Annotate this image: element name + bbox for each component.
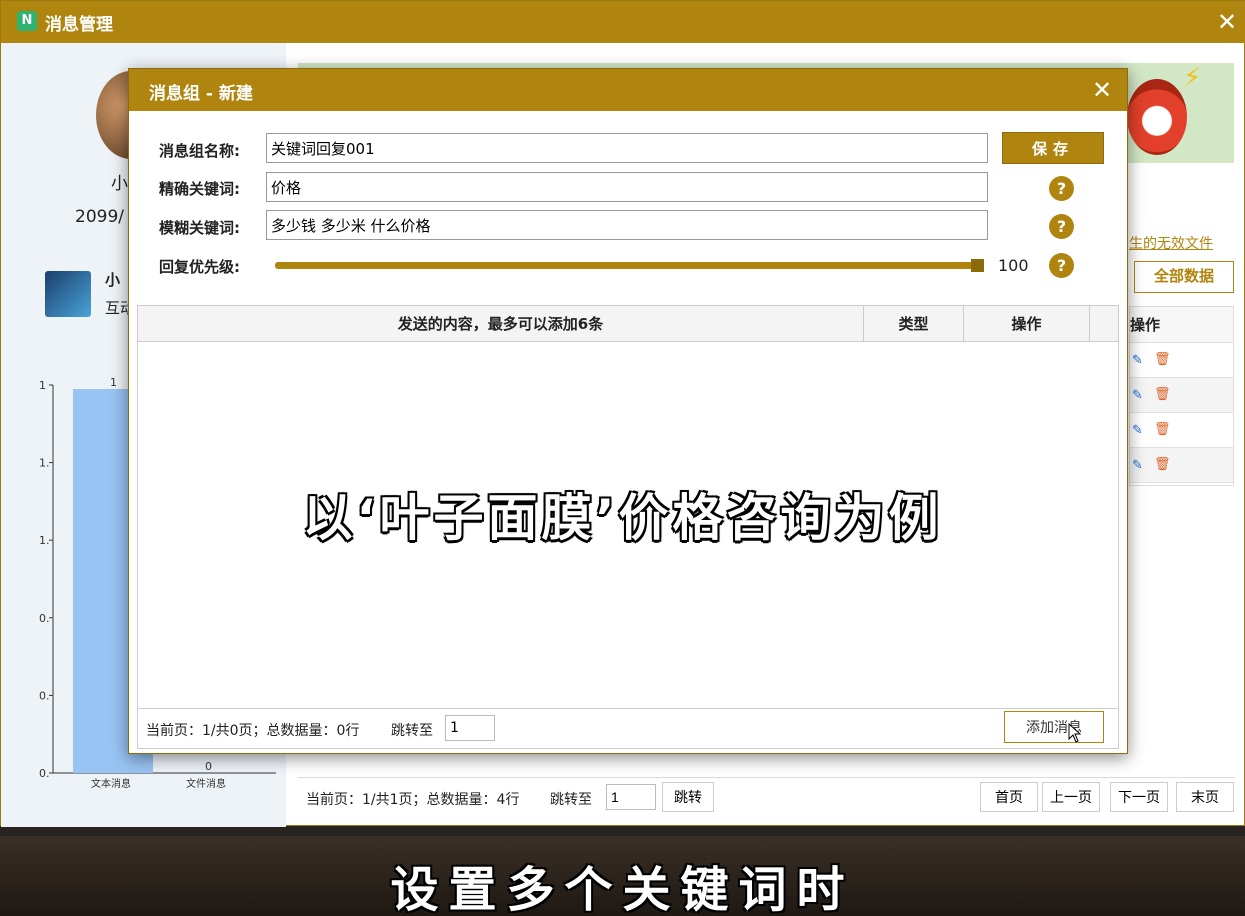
jump-page-input[interactable] (606, 784, 656, 810)
x-tick-label: 文本消息 (91, 777, 131, 790)
new-message-group-dialog: 消息组 - 新建 ✕ 消息组名称: 保存 精确关键词: ? 模糊关键词: ? 回… (128, 68, 1128, 754)
window-title: 消息管理 (45, 15, 113, 35)
edit-icon[interactable]: ✎ (1132, 353, 1143, 368)
friend-name: 小 (105, 271, 121, 289)
edit-icon[interactable]: ✎ (1132, 388, 1143, 403)
exact-keyword-label: 精确关键词: (159, 180, 240, 198)
fuzzy-keyword-label: 模糊关键词: (159, 219, 240, 237)
next-page-button[interactable]: 下一页 (1110, 782, 1168, 812)
edit-icon[interactable]: ✎ (1132, 458, 1143, 473)
pagination-info: 当前页：1/共0页；总数据量：0行 (146, 723, 360, 739)
friend-avatar[interactable] (45, 271, 91, 317)
video-subtitle: 设置多个关键词时 (390, 862, 855, 916)
bar-data-label: 1 (110, 376, 117, 389)
priority-value: 100 (998, 256, 1029, 275)
y-tick-label: 0. (39, 767, 50, 780)
outer-pagination: 当前页：1/共1页；总数据量：4行 跳转至 跳转 首页 上一页 下一页 末页 (298, 777, 1234, 817)
app-logo-icon: N (17, 11, 37, 31)
table-header-action: 操作 (1130, 307, 1233, 343)
dialog-close-icon[interactable]: ✕ (1087, 75, 1117, 105)
content-pagination: 当前页：1/共0页；总数据量：0行 跳转至 添加消息 (137, 709, 1119, 749)
table-row: ✎ 🗑 (1130, 378, 1233, 413)
help-icon[interactable]: ? (1049, 214, 1074, 239)
jump-label: 跳转至 (550, 792, 592, 808)
group-name-label: 消息组名称: (159, 142, 240, 160)
column-action: 操作 (964, 306, 1090, 342)
help-icon[interactable]: ? (1049, 253, 1074, 278)
trash-icon[interactable]: 🗑 (1154, 387, 1171, 402)
trash-icon[interactable]: 🗑 (1154, 457, 1171, 472)
jump-button[interactable]: 跳转 (662, 782, 714, 812)
first-page-button[interactable]: 首页 (980, 782, 1038, 812)
trash-icon[interactable]: 🗑 (1154, 352, 1171, 367)
jump-label: 跳转至 (391, 723, 433, 739)
bar-data-label: 0 (205, 760, 212, 773)
y-tick-label: 1 (39, 379, 46, 392)
column-type: 类型 (864, 306, 964, 342)
jump-page-input[interactable] (445, 715, 495, 741)
dialog-title: 消息组 - 新建 (149, 84, 253, 104)
y-tick-label: 1. (39, 457, 50, 470)
priority-slider-handle[interactable] (971, 259, 984, 272)
x-tick-label: 文件消息 (186, 777, 226, 790)
table-row: ✎ 🗑 (1130, 413, 1233, 448)
help-icon[interactable]: ? (1049, 176, 1074, 201)
trash-icon[interactable]: 🗑 (1154, 422, 1171, 437)
table-row: ✎ 🗑 (1130, 343, 1233, 378)
group-name-input[interactable] (266, 133, 988, 163)
exact-keyword-input[interactable] (266, 172, 988, 202)
all-data-button[interactable]: 全部数据 (1134, 261, 1234, 293)
user-name: 小 (111, 174, 128, 194)
expire-date: 2099/ (75, 207, 124, 227)
message-group-table: 操作 ✎ 🗑 ✎ 🗑 ✎ 🗑 ✎ 🗑 (1129, 306, 1234, 486)
y-tick-label: 0. (39, 612, 50, 625)
mouse-cursor-icon (1068, 723, 1082, 743)
priority-label: 回复优先级: (159, 258, 240, 276)
outer-titlebar: N 消息管理 ✕ (1, 1, 1245, 43)
edit-icon[interactable]: ✎ (1132, 423, 1143, 438)
column-content: 发送的内容，最多可以添加6条 (138, 306, 864, 342)
video-overlay-caption: 以‘叶子面膜’价格咨询为例 (302, 489, 943, 547)
lightning-icon: ⚡ (1183, 63, 1202, 93)
fuzzy-keyword-input[interactable] (266, 210, 988, 240)
save-button[interactable]: 保存 (1002, 132, 1104, 164)
dialog-titlebar: 消息组 - 新建 ✕ (129, 69, 1127, 111)
alarm-clock-icon (1127, 79, 1187, 155)
invalid-files-link[interactable]: 生的无效文件 (1129, 233, 1213, 253)
last-page-button[interactable]: 末页 (1176, 782, 1234, 812)
priority-slider[interactable] (275, 262, 981, 269)
y-tick-label: 0. (39, 689, 50, 702)
content-table-header: 发送的内容，最多可以添加6条 类型 操作 (138, 306, 1118, 342)
prev-page-button[interactable]: 上一页 (1042, 782, 1100, 812)
window-close-icon[interactable]: ✕ (1212, 7, 1242, 37)
pagination-info: 当前页：1/共1页；总数据量：4行 (306, 792, 520, 808)
add-message-button[interactable]: 添加消息 (1004, 711, 1104, 743)
